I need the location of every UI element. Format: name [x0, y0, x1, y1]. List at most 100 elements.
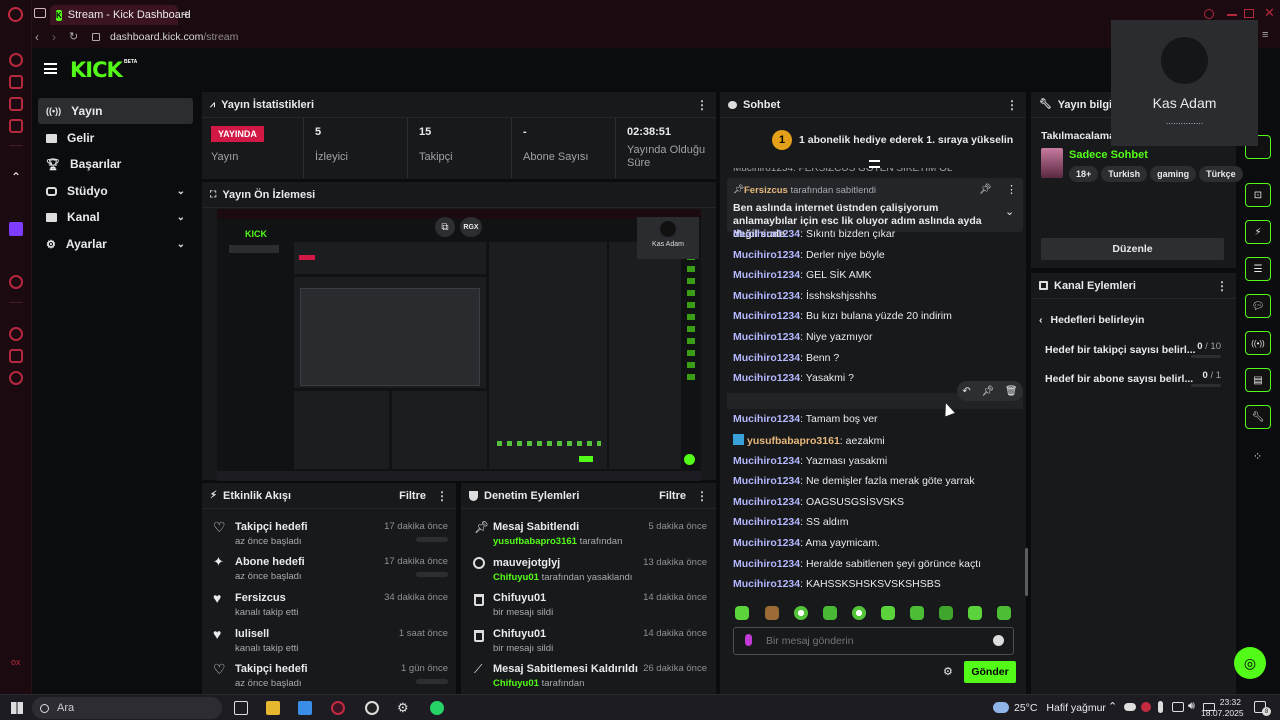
sidebar-kick-icon[interactable]: ⌃ [9, 170, 23, 184]
url-field[interactable]: dashboard.kick.com/stream [110, 31, 238, 43]
rail-chat-icon[interactable]: 💬︎ [1245, 294, 1271, 318]
pinned-by-user[interactable]: Fersizcus [744, 185, 788, 196]
chat-message[interactable]: yusufbabapro3161: aezakmi [733, 434, 885, 448]
emote-blob[interactable] [910, 606, 924, 620]
sidebar-item-basarilar[interactable]: 🏆︎ Başarılar [38, 151, 193, 177]
goal-follower[interactable]: Hedef bir takipçi sayısı belirl... 0 / 1… [1045, 341, 1221, 364]
chat-username[interactable]: Mucihiro1234 [733, 475, 800, 487]
pinned-expand-icon[interactable]: ⌄ [1005, 205, 1014, 218]
chat-username[interactable]: Mucihiro1234 [733, 331, 800, 343]
gift-banner[interactable]: 1 1 abonelik hediye ederek 1. sıraya yük… [772, 129, 1013, 151]
sidebar-mail-icon[interactable] [9, 119, 23, 133]
stream-preview-video[interactable]: KICK Kas Adam ⧉ RGX [217, 209, 701, 481]
emote-wave[interactable] [939, 606, 953, 620]
moderation-actor[interactable]: Chifuyu01 [493, 572, 539, 583]
emoji-picker-icon[interactable] [993, 635, 1004, 646]
menu-icon[interactable] [44, 63, 57, 74]
sidebar-item-kanal[interactable]: Kanal ⌄ [38, 204, 193, 230]
obs-icon[interactable] [365, 701, 379, 715]
chat-message[interactable]: Mucihiro1234: Yasakmi ? [733, 372, 854, 386]
activity-more-icon[interactable]: ⋮ [436, 489, 448, 503]
moderation-actor[interactable]: Chifuyu01 [493, 678, 539, 689]
opera-logo-icon[interactable] [8, 7, 23, 22]
channel-actions-more-icon[interactable]: ⋮ [1216, 279, 1228, 293]
copy-icon[interactable]: ⧉ [435, 217, 455, 237]
chat-username[interactable]: Mucihiro1234 [733, 578, 800, 590]
emote-ball[interactable] [794, 606, 808, 620]
chat-more-icon[interactable]: ⋮ [1006, 98, 1018, 112]
chat-username[interactable]: Mucihiro1234 [733, 228, 800, 240]
emote-think[interactable] [968, 606, 982, 620]
minimize-button[interactable] [1227, 14, 1237, 16]
emote-box[interactable] [765, 606, 779, 620]
chat-message[interactable]: Mucihiro1234: Heralde sabitlenen şeyi gö… [733, 558, 981, 572]
chat-username[interactable]: Mucihiro1234 [733, 290, 800, 302]
stats-more-icon[interactable]: ⋮ [696, 98, 708, 112]
chat-username[interactable]: Mucihiro1234 [733, 413, 800, 425]
category-link[interactable]: Sadece Sohbet [1069, 149, 1148, 161]
search-tabs-icon[interactable] [1204, 9, 1214, 19]
chat-message[interactable]: Mucihiro1234: Ama yaymicam. [733, 537, 880, 551]
sidebar-item-ayarlar[interactable]: ⚙ Ayarlar ⌄ [38, 231, 193, 257]
goal-subscriber[interactable]: Hedef bir abone sayısı belirl... 0 / 1 [1045, 370, 1221, 393]
rail-layers-icon[interactable]: ▤ [1245, 368, 1271, 392]
rail-notes-icon[interactable]: ☰ [1245, 257, 1271, 281]
tray-volume-icon[interactable]: 🔊︎ [1188, 700, 1195, 713]
rail-more-icon[interactable]: ⁘ [1253, 450, 1262, 463]
chat-username[interactable]: Mucihiro1234 [733, 455, 800, 467]
emote-wink[interactable] [997, 606, 1011, 620]
chat-username[interactable]: Mucihiro1234 [733, 537, 800, 549]
chat-message[interactable]: Mucihiro1234: Benn ? [733, 352, 839, 366]
maximize-button[interactable] [1244, 9, 1254, 18]
back-to-actions[interactable]: ‹ Hedefleri belirleyin [1039, 314, 1144, 326]
chat-message[interactable]: Mucihiro1234: Ne demişler fazla merak gö… [733, 475, 975, 489]
file-explorer-icon[interactable] [266, 701, 280, 715]
browser-menu-icon[interactable]: ≡ [1262, 29, 1268, 41]
rail-capture-icon[interactable]: ⊡ [1245, 183, 1271, 207]
pin-message-icon[interactable]: 📌︎ [981, 386, 994, 397]
opera-gx-icon[interactable] [331, 701, 345, 715]
reload-button[interactable]: ↻ [69, 30, 78, 43]
weather-text[interactable]: 25°C Hafif yağmur [1014, 702, 1106, 714]
sidebar-player-icon[interactable] [9, 275, 23, 289]
tag[interactable]: Türkçe [1199, 166, 1243, 182]
camera-popup[interactable]: Kas Adam ............... [1111, 20, 1258, 146]
chat-username[interactable]: Mucihiro1234 [733, 310, 800, 322]
chat-username[interactable]: Mucihiro1234 [733, 516, 800, 528]
sidebar-item-gelir[interactable]: Gelir [38, 125, 193, 151]
settings-icon[interactable]: ⚙ [397, 701, 411, 715]
chat-message[interactable]: Mucihiro1234: KAHSSKSHSKSVSKSHSBS [733, 578, 941, 592]
chat-message[interactable]: Mucihiro1234: İsshskshjsshhs [733, 290, 877, 304]
moderation-filter-button[interactable]: Filtre [659, 490, 686, 502]
tab-kick-dashboard[interactable]: K Stream - Kick Dashboard [50, 5, 191, 25]
emote-grin[interactable] [881, 606, 895, 620]
chat-message-field[interactable] [766, 632, 986, 650]
sidebar-item-studyo[interactable]: Stüdyo ⌄ [38, 178, 193, 204]
chat-username[interactable]: Mucihiro1234 [733, 269, 800, 281]
activity-filter-button[interactable]: Filtre [399, 490, 426, 502]
store-icon[interactable] [298, 701, 312, 715]
chat-scrollbar[interactable] [1025, 548, 1028, 596]
rail-bolt-icon[interactable]: ⚡︎ [1245, 220, 1271, 244]
sidebar-home-icon[interactable] [9, 53, 23, 67]
chat-message[interactable]: Mucihiro1234: Derler niye böyle [733, 249, 885, 263]
emote-smile[interactable] [852, 606, 866, 620]
tray-chevron-icon[interactable]: ⌃ [1108, 700, 1117, 713]
chat-username[interactable]: Mucihiro1234 [733, 496, 800, 508]
new-tab-button[interactable]: + [182, 6, 190, 22]
tab-list-icon[interactable] [34, 8, 46, 18]
emote-leaf[interactable] [823, 606, 837, 620]
chat-username[interactable]: Mucihiro1234 [733, 372, 800, 384]
collapse-icon[interactable] [869, 160, 880, 168]
chat-settings-icon[interactable]: ⚙ [943, 665, 953, 678]
back-button[interactable]: ‹ [35, 30, 39, 44]
kick-logo[interactable]: KICK [70, 58, 123, 82]
moderation-actor[interactable]: yusufbabapro3161 [493, 536, 577, 547]
chat-message[interactable]: Mucihiro1234: Niye yazmıyor [733, 331, 872, 345]
forward-button[interactable]: › [52, 30, 56, 44]
tray-network-icon[interactable] [1172, 702, 1184, 712]
delete-message-icon[interactable]: 🗑︎ [1005, 386, 1018, 397]
chat-username[interactable]: Mucihiro1234 [733, 352, 800, 364]
close-window-button[interactable]: ✕ [1264, 5, 1275, 21]
timeout-icon[interactable]: ↶ [962, 386, 970, 397]
